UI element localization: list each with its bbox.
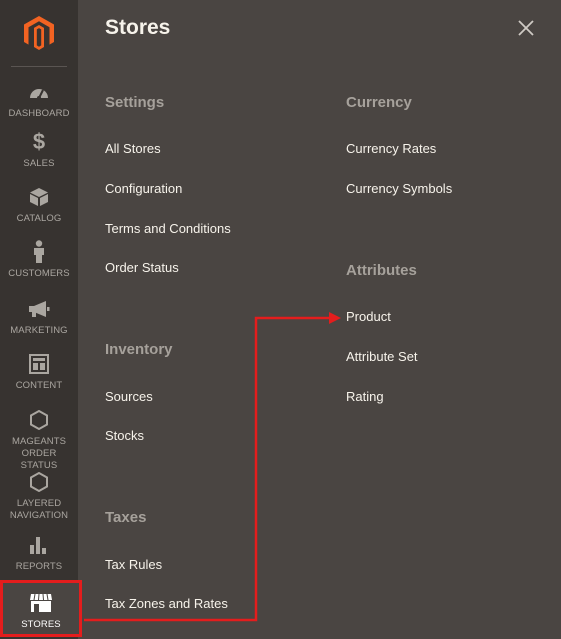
menu-link-tax-rules[interactable]: Tax Rules	[105, 557, 162, 572]
menu-link-product[interactable]: Product	[346, 309, 391, 324]
sidebar-item-label: CONTENT	[15, 380, 63, 391]
sidebar-item-customers[interactable]: CUSTOMERS	[0, 240, 78, 280]
sidebar-item-sales[interactable]: $ SALES	[0, 129, 78, 170]
sidebar-item-label: MAGEANTS ORDER STATUS	[11, 436, 67, 471]
section-title-attributes: Attributes	[346, 262, 417, 279]
sidebar-item-label: MARKETING	[10, 325, 68, 336]
person-icon	[32, 240, 46, 264]
sidebar-divider	[11, 66, 67, 67]
menu-link-configuration[interactable]: Configuration	[105, 181, 182, 196]
annotation-arrow	[84, 312, 341, 622]
magento-logo[interactable]	[0, 0, 78, 66]
sidebar-item-label: SALES	[23, 158, 55, 169]
menu-link-sources[interactable]: Sources	[105, 389, 153, 404]
dashboard-icon	[28, 80, 50, 104]
menu-link-terms-and-conditions[interactable]: Terms and Conditions	[105, 221, 231, 236]
menu-link-currency-rates[interactable]: Currency Rates	[346, 141, 436, 156]
menu-link-attribute-set[interactable]: Attribute Set	[346, 349, 418, 364]
sidebar-item-label: LAYERED NAVIGATION	[9, 498, 69, 521]
layout-icon	[29, 352, 49, 376]
hexagon-icon	[30, 470, 48, 494]
sidebar-item-stores[interactable]: STORES	[0, 580, 82, 637]
menu-link-rating[interactable]: Rating	[346, 389, 384, 404]
menu-link-order-status[interactable]: Order Status	[105, 260, 179, 275]
admin-sidebar: DASHBOARD $ SALES CATALOG CUSTOMERS MARK…	[0, 0, 82, 639]
sidebar-item-label: CATALOG	[16, 213, 62, 224]
store-icon	[29, 591, 53, 615]
sidebar-item-catalog[interactable]: CATALOG	[0, 185, 78, 225]
dollar-icon: $	[32, 129, 46, 154]
menu-link-tax-zones-and-rates[interactable]: Tax Zones and Rates	[105, 596, 228, 611]
sidebar-item-reports[interactable]: REPORTS	[0, 533, 78, 573]
sidebar-item-mageants-order-status[interactable]: MAGEANTS ORDER STATUS	[0, 408, 78, 472]
sidebar-item-label: STORES	[21, 619, 61, 630]
page-title: Stores	[105, 16, 171, 39]
sidebar-item-label: REPORTS	[15, 561, 63, 572]
menu-link-currency-symbols[interactable]: Currency Symbols	[346, 181, 452, 196]
menu-link-all-stores[interactable]: All Stores	[105, 141, 161, 156]
hexagon-icon	[30, 408, 48, 432]
menu-link-stocks[interactable]: Stocks	[105, 428, 144, 443]
close-icon	[518, 20, 534, 36]
sidebar-item-label: DASHBOARD	[8, 108, 70, 119]
sidebar-item-content[interactable]: CONTENT	[0, 352, 78, 392]
close-button[interactable]	[514, 16, 538, 40]
sidebar-item-layered-navigation[interactable]: LAYERED NAVIGATION	[0, 470, 78, 522]
section-title-settings: Settings	[105, 94, 165, 111]
sidebar-item-dashboard[interactable]: DASHBOARD	[0, 80, 78, 120]
section-title-inventory: Inventory	[105, 341, 173, 358]
sidebar-item-label: CUSTOMERS	[8, 268, 70, 279]
bar-chart-icon	[29, 533, 49, 557]
box-icon	[29, 185, 49, 209]
magento-logo-icon	[24, 16, 54, 50]
section-title-taxes: Taxes	[105, 509, 147, 526]
section-title-currency: Currency	[346, 94, 412, 111]
megaphone-icon	[28, 297, 50, 321]
sidebar-item-marketing[interactable]: MARKETING	[0, 297, 78, 337]
